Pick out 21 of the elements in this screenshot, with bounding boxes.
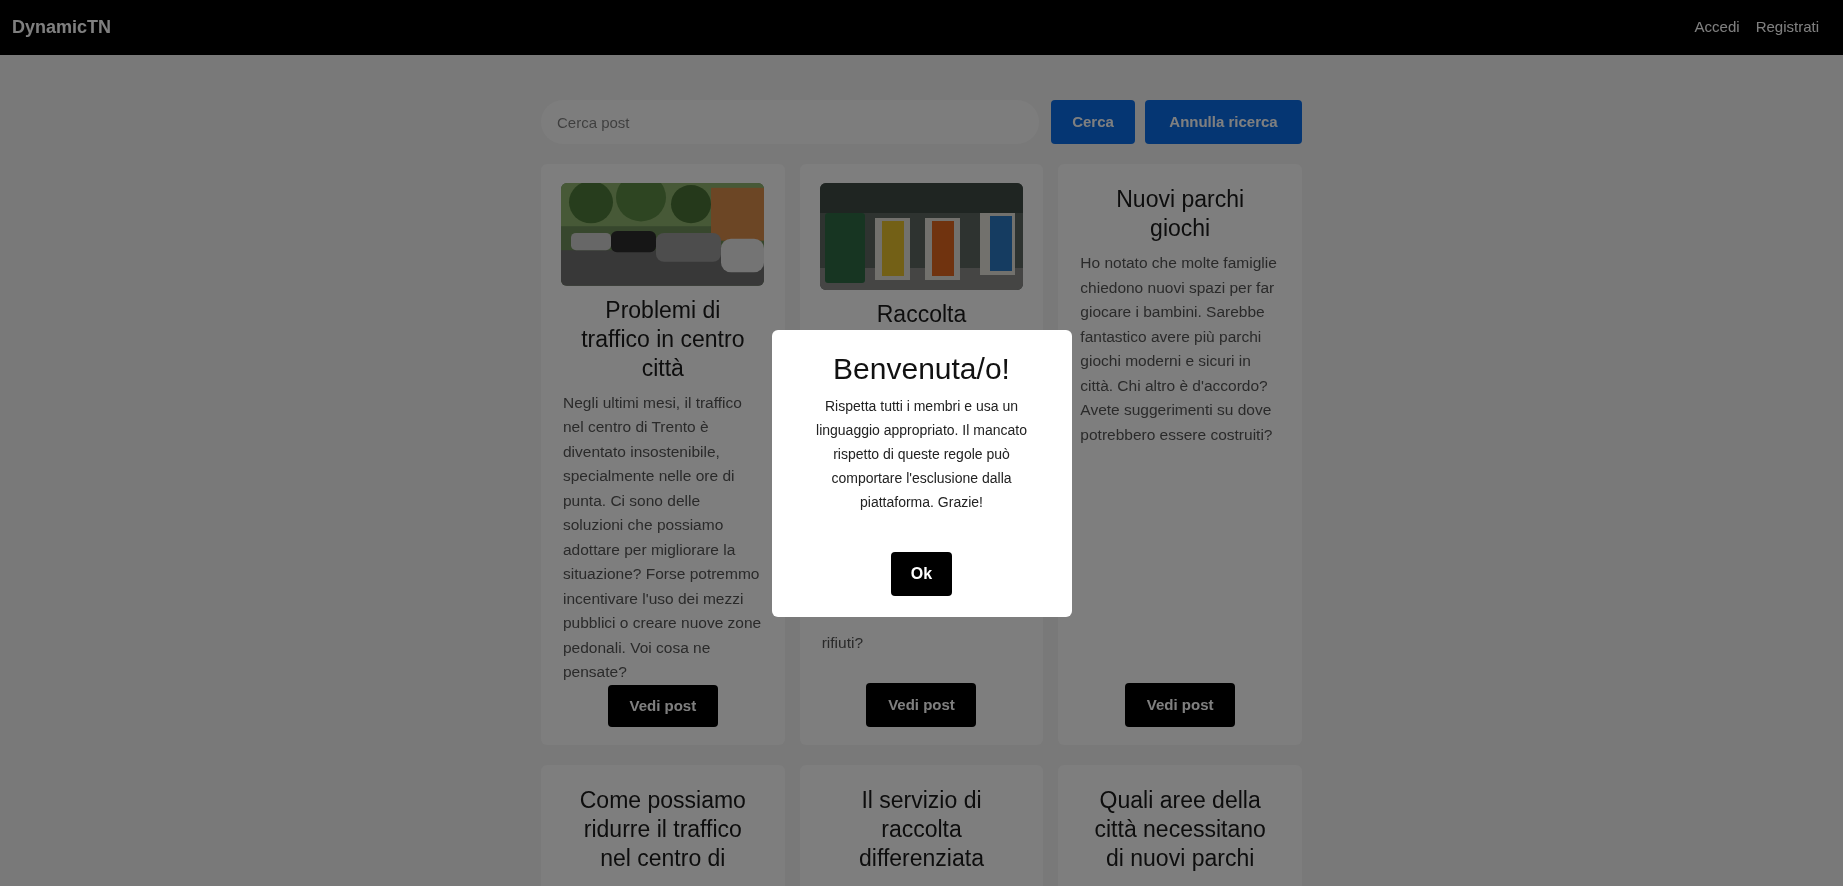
view-post-button[interactable]: Vedi post (607, 684, 718, 727)
search-button[interactable]: Cerca (1051, 100, 1135, 144)
post-title: Problemi di traffico in centro città (580, 295, 746, 383)
cancel-search-button[interactable]: Annulla ricerca (1145, 100, 1302, 144)
post-title: Il servizio di raccolta differenziata (858, 786, 985, 873)
nav-link[interactable]: Accedi (1694, 16, 1740, 39)
view-post-button[interactable]: Vedi post (866, 683, 977, 727)
post-text: rifiuti? (821, 632, 864, 653)
nav-link[interactable]: Registrati (1755, 16, 1819, 39)
brand-logo[interactable]: DynamicTN (12, 14, 112, 41)
dialog-title: Benvenuta/o! (833, 351, 1010, 387)
view-post-button[interactable]: Vedi post (1125, 683, 1236, 727)
post-title: Raccolta (875, 300, 968, 329)
post-text: Ho notato che molte famiglie chiedono nuovi spazi per far giocare i bambini. Sarebbe fantastico avere più parchi giochi moderni e sicuri in città. Chi altro è d'accordo? Avete suggerimenti su dove potrebbero essere costruiti? (1080, 253, 1278, 445)
post-title: Quali aree della città necessitano di nuovi parchi (1093, 786, 1267, 873)
post-title: Come possiamo ridurre il traffico nel centro di (578, 786, 747, 873)
post-title: Nuovi parchi giochi (1115, 185, 1246, 243)
post-text: Negli ultimi mesi, il traffico nel centro di Trento è diventato insostenibile, specialmente nelle ore di punta. Ci sono delle soluzioni che possiamo adottare per migliorare la situazione? Forse potremmo incentivare l'uso dei mezzi pubblici o creare nuove zone pedonali. Voi cosa ne pensate? (563, 392, 763, 683)
dialog-message: Rispetta tutti i membri e usa un linguaggio appropriato. Il mancato rispetto di queste regole può comportare l'esclusione dalla piattaforma. Grazie! (815, 396, 1028, 512)
ok-button[interactable]: Ok (891, 551, 952, 596)
search-field[interactable]: Cerca post (541, 100, 1039, 144)
